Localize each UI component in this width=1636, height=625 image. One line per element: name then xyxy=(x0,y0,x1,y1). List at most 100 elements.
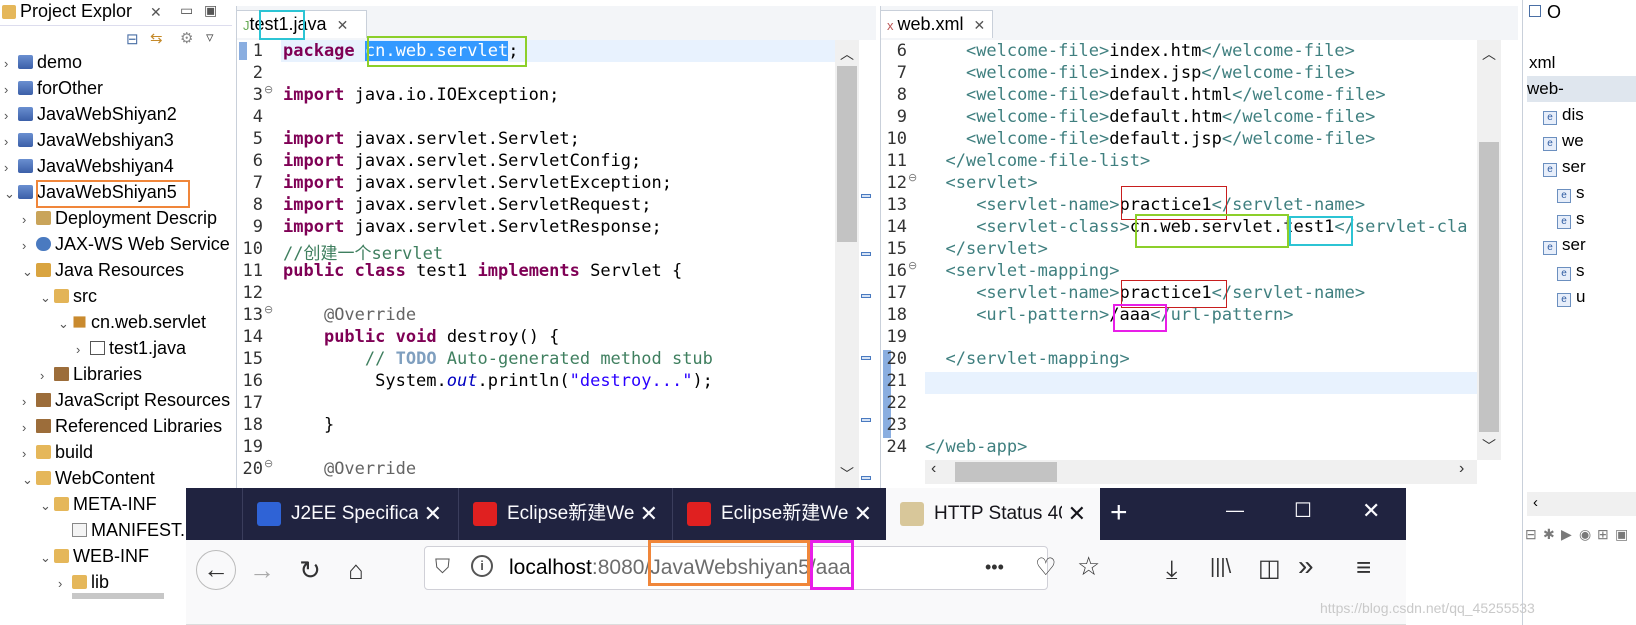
collapsed-arrow-icon[interactable]: › xyxy=(22,389,36,415)
expanded-arrow-icon[interactable]: ⌄ xyxy=(40,545,54,571)
new-tab-icon[interactable]: + xyxy=(1110,496,1128,530)
tree-item[interactable]: › Deployment Descrip xyxy=(22,205,217,231)
collapsed-arrow-icon[interactable]: › xyxy=(22,233,36,259)
sidebar-icon[interactable]: ◫ xyxy=(1258,554,1281,583)
tree-item[interactable]: › demo xyxy=(4,49,82,75)
tree-item[interactable]: › forOther xyxy=(4,75,103,101)
tab-close-icon[interactable]: ✕ xyxy=(417,488,442,540)
overview-ruler-mark[interactable] xyxy=(861,294,871,298)
tree-item[interactable]: ⌄ src xyxy=(40,283,97,309)
tab-close-icon[interactable]: ✕ xyxy=(633,488,658,540)
xml-scroll-down-icon[interactable]: ﹀ xyxy=(1482,436,1496,456)
console-icon-5[interactable]: ⊞ xyxy=(1597,526,1609,543)
outline-item[interactable]: e ser xyxy=(1543,154,1586,180)
tree-item[interactable]: › Libraries xyxy=(40,361,142,387)
browser-tab[interactable]: Eclipse新建Web ✕ xyxy=(672,488,886,540)
tree-item[interactable]: › Referenced Libraries xyxy=(22,413,222,439)
info-icon[interactable]: i xyxy=(471,555,493,577)
collapsed-arrow-icon[interactable]: › xyxy=(4,129,18,155)
explorer-hscroll[interactable] xyxy=(72,593,164,599)
pocket-icon[interactable]: ♡ xyxy=(1035,553,1057,582)
outline-item[interactable]: eu xyxy=(1557,284,1585,310)
outline-item[interactable]: e we xyxy=(1543,128,1584,154)
link-editor-icon[interactable]: ⇆ xyxy=(150,29,163,47)
tree-item[interactable]: › JavaScript Resources xyxy=(22,387,230,413)
overview-ruler-mark[interactable] xyxy=(861,356,871,360)
outline-item[interactable]: e ser xyxy=(1543,232,1586,258)
outline-item[interactable]: es xyxy=(1557,180,1585,206)
xml-scroll-up-icon[interactable]: ︿ xyxy=(1482,44,1496,64)
fold-toggle-icon[interactable]: ⊖ xyxy=(908,259,917,272)
xml-tab-close-icon[interactable]: ✕ xyxy=(974,17,986,33)
tree-item[interactable]: ⌄ WEB-INF xyxy=(40,543,149,569)
expanded-arrow-icon[interactable]: ⌄ xyxy=(40,285,54,311)
tree-item[interactable]: ⌄ Java Resources xyxy=(22,257,184,283)
expanded-arrow-icon[interactable]: ⌄ xyxy=(58,311,72,337)
bookmark-star-icon[interactable]: ☆ xyxy=(1077,551,1100,582)
explorer-close-icon[interactable]: ✕ xyxy=(150,4,162,21)
hamburger-menu-icon[interactable]: ≡ xyxy=(1356,552,1371,583)
collapsed-arrow-icon[interactable]: › xyxy=(4,51,18,77)
back-icon[interactable]: ← xyxy=(196,550,236,590)
collapsed-arrow-icon[interactable]: › xyxy=(22,441,36,467)
java-vscroll-thumb[interactable] xyxy=(837,66,857,242)
expanded-arrow-icon[interactable]: ⌄ xyxy=(22,259,36,285)
collapsed-arrow-icon[interactable]: › xyxy=(4,77,18,103)
expanded-arrow-icon[interactable]: ⌄ xyxy=(4,181,18,207)
window-maximize-icon[interactable]: ☐ xyxy=(1294,498,1312,523)
outline-tab-label[interactable]: O xyxy=(1547,2,1561,23)
outline-item[interactable]: xml xyxy=(1529,50,1555,76)
view-menu-icon[interactable]: ▿ xyxy=(206,28,214,46)
fold-toggle-icon[interactable]: ⊖ xyxy=(264,303,273,316)
overview-ruler-mark[interactable] xyxy=(861,476,871,480)
shield-icon[interactable]: ⛉ xyxy=(435,556,450,579)
tab-close-icon[interactable]: ✕ xyxy=(847,488,872,540)
tab-web-xml[interactable]: x web.xml ✕ xyxy=(881,10,993,38)
overview-ruler-mark[interactable] xyxy=(861,194,871,198)
home-icon[interactable]: ⌂ xyxy=(336,550,376,590)
collapsed-arrow-icon[interactable]: › xyxy=(58,571,72,597)
tree-item[interactable]: › JavaWebshiyan3 xyxy=(4,127,174,153)
fold-toggle-icon[interactable]: ⊖ xyxy=(264,457,273,470)
tree-item[interactable]: MANIFEST. xyxy=(58,517,185,543)
xml-vscroll-thumb[interactable] xyxy=(1479,142,1499,432)
tree-item[interactable]: ⌄ META-INF xyxy=(40,491,157,517)
expanded-arrow-icon[interactable]: ⌄ xyxy=(40,493,54,519)
download-icon[interactable]: ⤓ xyxy=(1166,554,1178,586)
tab-close-icon[interactable]: ✕ xyxy=(1061,488,1086,540)
tree-item[interactable]: › JAX-WS Web Service xyxy=(22,231,230,257)
collapsed-arrow-icon[interactable]: › xyxy=(22,207,36,233)
collapsed-arrow-icon[interactable]: › xyxy=(40,363,54,389)
tree-item[interactable]: ⌄ WebContent xyxy=(22,465,155,491)
scroll-up-icon[interactable]: ︿ xyxy=(840,44,854,64)
console-icon-2[interactable]: ✱ xyxy=(1543,526,1555,543)
outline-item[interactable]: es xyxy=(1557,206,1585,232)
overview-ruler-mark[interactable] xyxy=(861,418,871,422)
tree-item[interactable]: › lib xyxy=(58,569,109,595)
expanded-arrow-icon[interactable]: ⌄ xyxy=(22,467,36,493)
reload-icon[interactable]: ↻ xyxy=(290,550,330,590)
tab-close-icon[interactable]: ✕ xyxy=(337,17,349,33)
forward-icon[interactable]: → xyxy=(242,550,282,590)
page-actions-icon[interactable]: ••• xyxy=(985,557,1004,578)
tree-item[interactable]: › test1.java xyxy=(76,335,186,361)
tree-item[interactable]: ⌄ cn.web.servlet xyxy=(58,309,206,335)
collapsed-arrow-icon[interactable]: › xyxy=(4,155,18,181)
minimize-icon[interactable]: ▭ xyxy=(180,2,193,19)
xml-hscroll-thumb[interactable] xyxy=(955,462,1057,482)
console-icon-3[interactable]: ▶ xyxy=(1561,526,1572,543)
outline-item[interactable]: es xyxy=(1557,258,1585,284)
outline-item[interactable]: e dis xyxy=(1543,102,1584,128)
browser-tab[interactable]: Eclipse新建Web ✕ xyxy=(458,488,672,540)
browser-tab[interactable]: HTTP Status 40 ✕ xyxy=(886,488,1100,542)
fold-toggle-icon[interactable]: ⊖ xyxy=(908,171,917,184)
xml-scroll-left-icon[interactable]: ‹ xyxy=(931,460,936,478)
window-minimize-icon[interactable]: — xyxy=(1226,500,1244,521)
overflow-icon[interactable]: » xyxy=(1298,550,1314,582)
scroll-down-icon[interactable]: ﹀ xyxy=(840,464,854,484)
xml-scroll-right-icon[interactable]: › xyxy=(1459,460,1464,478)
tree-item[interactable]: › build xyxy=(22,439,93,465)
outline-hscroll[interactable]: ‹ xyxy=(1527,492,1636,516)
console-icon-1[interactable]: ⊟ xyxy=(1525,526,1537,543)
window-close-icon[interactable]: ✕ xyxy=(1362,498,1380,524)
